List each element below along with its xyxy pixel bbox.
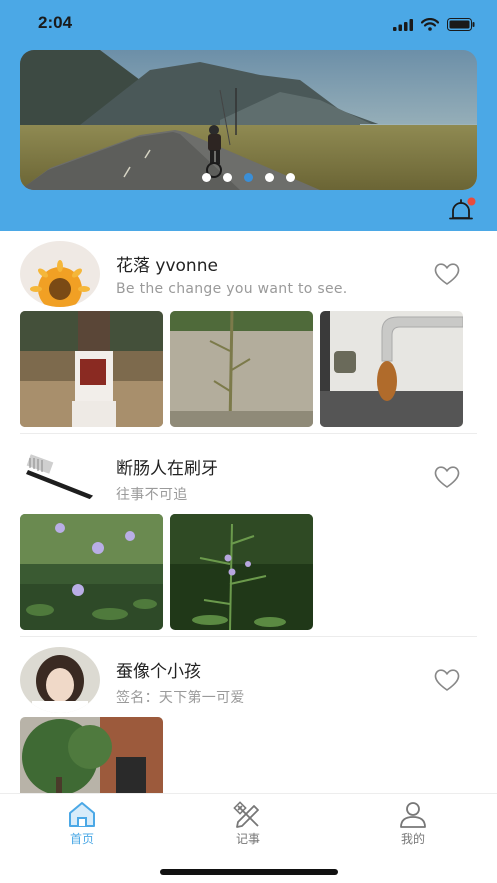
post-photo[interactable] <box>20 311 163 427</box>
carousel-dot[interactable] <box>202 173 211 182</box>
heart-icon <box>434 263 460 285</box>
heart-icon <box>434 669 460 691</box>
post-card[interactable]: 断肠人在刷牙 往事不可追 <box>0 434 497 637</box>
post-feed[interactable]: 花落 yvonne Be the change you want to see. <box>0 231 497 793</box>
unread-badge <box>467 197 476 206</box>
like-button[interactable] <box>433 464 461 490</box>
carousel-pagination <box>20 173 477 182</box>
status-bar: 2:04 <box>0 0 497 48</box>
post-card[interactable]: 花落 yvonne Be the change you want to see. <box>0 231 497 434</box>
post-username[interactable]: 蚕像个小孩 <box>116 657 201 682</box>
heart-icon <box>434 466 460 488</box>
carousel-dot[interactable] <box>286 173 295 182</box>
sunflower-avatar <box>20 241 100 307</box>
post-photo[interactable] <box>20 514 163 630</box>
pencil-ruler-icon <box>233 801 259 828</box>
person-icon <box>400 802 426 828</box>
status-time: 2:04 <box>38 13 73 32</box>
cellular-signal-icon <box>393 16 413 35</box>
tree-trunk-photo <box>20 311 163 427</box>
post-photo[interactable] <box>170 514 313 630</box>
home-icon <box>69 802 95 827</box>
tab-home-label: 首页 <box>69 832 94 846</box>
battery-icon <box>447 16 475 35</box>
road-mountain-cyclist-photo <box>20 50 477 190</box>
bell-icon <box>449 197 476 220</box>
tab-notes[interactable]: 记事 <box>208 800 288 847</box>
user-avatar[interactable] <box>20 444 100 510</box>
post-username[interactable]: 花落 yvonne <box>116 251 218 276</box>
blue-flowers-photo <box>20 514 163 630</box>
girl-portrait-avatar <box>20 647 100 713</box>
tab-notes-label: 记事 <box>235 832 260 846</box>
wall-plant-photo <box>170 311 313 427</box>
like-button[interactable] <box>433 667 461 693</box>
faucet-photo <box>320 311 463 427</box>
tree-building-photo <box>20 717 163 793</box>
post-photo[interactable] <box>320 311 463 427</box>
flower-stem-photo <box>170 514 313 630</box>
toothbrush-avatar <box>20 444 100 510</box>
post-photo[interactable] <box>20 717 163 793</box>
notification-button[interactable] <box>447 196 477 226</box>
post-signature: 签名：天下第一可爱 <box>116 690 245 706</box>
post-signature: 往事不可追 <box>116 487 188 503</box>
post-username[interactable]: 断肠人在刷牙 <box>116 454 218 479</box>
post-signature: Be the change you want to see. <box>116 281 348 297</box>
home-indicator[interactable] <box>160 869 338 875</box>
user-avatar[interactable] <box>20 241 100 307</box>
carousel-dot[interactable] <box>265 173 274 182</box>
user-avatar[interactable] <box>20 647 100 713</box>
like-button[interactable] <box>433 261 461 287</box>
carousel-dot[interactable] <box>223 173 232 182</box>
post-card[interactable]: 蚕像个小孩 签名：天下第一可爱 <box>0 637 497 793</box>
banner-carousel[interactable] <box>20 50 477 190</box>
tab-me[interactable]: 我的 <box>373 800 453 847</box>
carousel-dot-active[interactable] <box>244 173 253 182</box>
wifi-icon <box>420 16 440 35</box>
tab-home[interactable]: 首页 <box>42 800 122 847</box>
header: 2:04 <box>0 0 497 231</box>
post-photo[interactable] <box>170 311 313 427</box>
tab-me-label: 我的 <box>400 832 425 846</box>
